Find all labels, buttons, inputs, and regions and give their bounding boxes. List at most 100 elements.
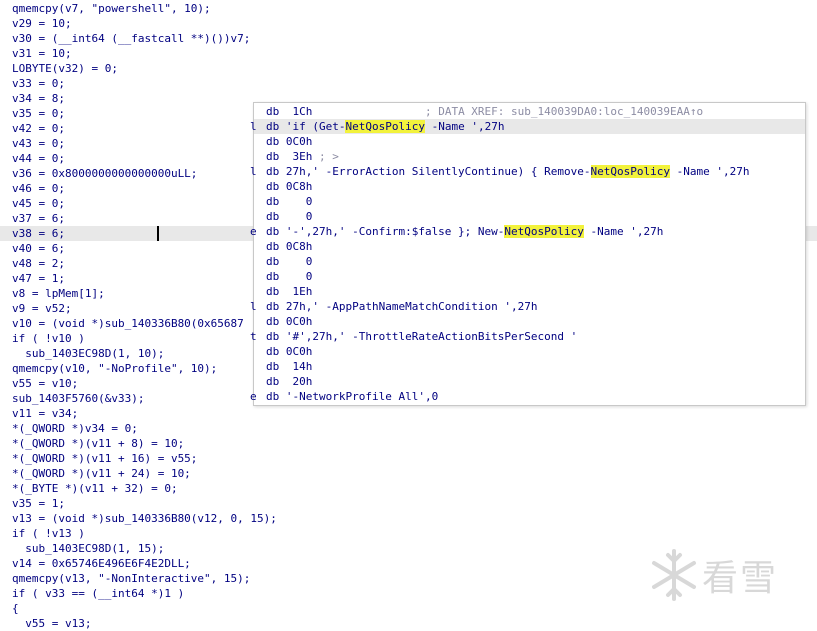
asm-text: db '-',27h,' -Confirm:$false }; New- xyxy=(266,225,505,238)
code-line[interactable]: v34 = 8; xyxy=(12,91,65,106)
asm-comment: ; DATA XREF: sub_140039DA0:loc_140039EAA… xyxy=(424,105,704,118)
code-line[interactable]: v33 = 0; xyxy=(12,76,65,91)
popup-line-edge: l xyxy=(250,300,257,313)
popup-line-text: db 14h xyxy=(266,359,312,374)
code-line[interactable]: sub_1403EC98D(1, 10); xyxy=(12,346,164,361)
code-line[interactable]: v42 = 0; xyxy=(12,121,65,136)
asm-text: db 'if (Get- xyxy=(266,120,346,133)
code-line[interactable]: qmemcpy(v7, "powershell", 10); xyxy=(12,1,211,16)
watermark: 看雪 xyxy=(650,545,810,605)
asm-text: db 1Eh xyxy=(266,285,313,298)
code-line[interactable]: *(_QWORD *)(v11 + 16) = v55; xyxy=(12,451,197,466)
code-line[interactable]: if ( !v13 ) xyxy=(12,526,85,541)
code-line[interactable]: v8 = lpMem[1]; xyxy=(12,286,105,301)
popup-line: db 0 xyxy=(254,194,805,209)
popup-line: db 0C0h xyxy=(254,344,805,359)
code-line[interactable]: qmemcpy(v13, "-NonInteractive", 15); xyxy=(12,571,250,586)
code-line[interactable]: sub_1403F5760(&v33); xyxy=(12,391,144,406)
watermark-text: 看雪 xyxy=(702,558,779,599)
code-line[interactable]: v47 = 1; xyxy=(12,271,65,286)
code-line[interactable]: *(_QWORD *)(v11 + 8) = 10; xyxy=(12,436,184,451)
code-line[interactable]: v10 = (void *)sub_140336B80(0x65687 xyxy=(12,316,244,331)
asm-text: db 27h,' -AppPathNameMatchCondition ',27… xyxy=(266,300,538,313)
popup-line-edge: t xyxy=(250,330,257,343)
popup-line: db 0C0h xyxy=(254,314,805,329)
search-match-highlight: NetQosPolicy xyxy=(345,120,425,133)
asm-text: db 0C8h xyxy=(266,240,313,253)
code-line[interactable]: v37 = 6; xyxy=(12,211,65,226)
asm-comment: ; > xyxy=(318,150,339,163)
popup-line-text: db 0 xyxy=(266,194,312,209)
popup-line: db 0C8h xyxy=(254,179,805,194)
popup-line-text: db 3Eh ; > xyxy=(266,149,339,164)
asm-text: db 0C0h xyxy=(266,315,313,328)
code-line[interactable]: qmemcpy(v10, "-NoProfile", 10); xyxy=(12,361,217,376)
asm-text: db 0 xyxy=(266,195,313,208)
asm-text: db 27h,' -ErrorAction SilentlyContinue) … xyxy=(266,165,591,178)
code-line[interactable]: v44 = 0; xyxy=(12,151,65,166)
popup-line: l db 'if (Get-NetQosPolicy -Name ',27h xyxy=(250,119,805,134)
popup-line-edge: l xyxy=(250,120,257,133)
code-line[interactable]: v9 = v52; xyxy=(12,301,72,316)
code-line[interactable]: v38 = 6; xyxy=(12,226,65,241)
code-line[interactable]: { xyxy=(12,601,19,616)
popup-line: db 1Eh xyxy=(254,284,805,299)
code-line[interactable]: v30 = (__int64 (__fastcall **)())v7; xyxy=(12,31,250,46)
popup-line-text: db 0 xyxy=(266,209,312,224)
asm-text: db 3Eh xyxy=(266,150,319,163)
popup-line: e db '-',27h,' -Confirm:$false }; New-Net… xyxy=(250,224,805,239)
popup-line-text: db 0 xyxy=(266,254,312,269)
popup-line-text: db 0 xyxy=(266,269,312,284)
search-match-highlight: NetQosPolicy xyxy=(590,165,670,178)
popup-line: db 0 xyxy=(254,254,805,269)
code-line[interactable]: v13 = (void *)sub_140336B80(v12, 0, 15); xyxy=(12,511,277,526)
popup-line-text: db 27h,' -ErrorAction SilentlyContinue) … xyxy=(266,164,749,179)
code-line[interactable]: v55 = v13; xyxy=(12,616,91,631)
code-line[interactable]: *(_QWORD *)v34 = 0; xyxy=(12,421,138,436)
code-line[interactable]: v43 = 0; xyxy=(12,136,65,151)
asm-text: db 0 xyxy=(266,255,313,268)
asm-text: db 0 xyxy=(266,270,313,283)
code-line[interactable]: sub_1403EC98D(1, 15); xyxy=(12,541,164,556)
asm-text: db 0 xyxy=(266,210,313,223)
code-line[interactable]: v40 = 6; xyxy=(12,241,65,256)
asm-text: db 1Ch xyxy=(266,105,425,118)
code-line[interactable]: *(_QWORD *)(v11 + 24) = 10; xyxy=(12,466,191,481)
asm-text: db 0C8h xyxy=(266,180,313,193)
code-line[interactable]: v35 = 1; xyxy=(12,496,65,511)
asm-text: db 0C0h xyxy=(266,135,313,148)
asm-text: db '#',27h,' -ThrottleRateActionBitsPerS… xyxy=(266,330,578,343)
code-line[interactable]: v45 = 0; xyxy=(12,196,65,211)
code-line[interactable]: v11 = v34; xyxy=(12,406,78,421)
popup-line: db 1Ch ; DATA XREF: sub_140039DA0:loc_14… xyxy=(254,104,805,119)
code-line[interactable]: v29 = 10; xyxy=(12,16,72,31)
popup-line: l db 27h,' -AppPathNameMatchCondition ',2… xyxy=(250,299,805,314)
code-line[interactable]: v35 = 0; xyxy=(12,106,65,121)
popup-line-text: db 0C0h xyxy=(266,314,312,329)
popup-line: t db '#',27h,' -ThrottleRateActionBitsPer… xyxy=(250,329,805,344)
code-line[interactable]: v55 = v10; xyxy=(12,376,78,391)
popup-line-text: db 0C8h xyxy=(266,179,312,194)
code-line[interactable]: v31 = 10; xyxy=(12,46,72,61)
code-line[interactable]: v36 = 0x8000000000000000uLL; xyxy=(12,166,197,181)
code-line[interactable]: v48 = 2; xyxy=(12,256,65,271)
code-line[interactable]: v14 = 0x65746E496E6F4E2DLL; xyxy=(12,556,191,571)
popup-line-text: db 1Eh xyxy=(266,284,312,299)
asm-text: -Name ',27h xyxy=(583,225,664,238)
snowflake-icon xyxy=(652,549,696,601)
asm-text: -Name ',27h xyxy=(670,165,750,178)
popup-line: db 3Eh ; > xyxy=(254,149,805,164)
popup-line-text: db 27h,' -AppPathNameMatchCondition ',27… xyxy=(266,299,538,314)
xref-hint-popup: db 1Ch ; DATA XREF: sub_140039DA0:loc_14… xyxy=(250,102,806,406)
popup-line-text: db 0C0h xyxy=(266,344,312,359)
popup-line: l db 27h,' -ErrorAction SilentlyContinue)… xyxy=(250,164,805,179)
code-line[interactable]: LOBYTE(v32) = 0; xyxy=(12,61,118,76)
code-line[interactable]: v46 = 0; xyxy=(12,181,65,196)
code-line[interactable]: *(_BYTE *)(v11 + 32) = 0; xyxy=(12,481,178,496)
code-line[interactable]: if ( v33 == (__int64 *)1 ) xyxy=(12,586,184,601)
popup-line-edge: e xyxy=(250,390,257,403)
code-line[interactable]: if ( !v10 ) xyxy=(12,331,85,346)
popup-line-text: db 0C0h xyxy=(266,134,312,149)
popup-line-text: db '-NetworkProfile All',0 xyxy=(266,389,438,404)
popup-line-text: db 1Ch ; DATA XREF: sub_140039DA0:loc_14… xyxy=(266,104,703,119)
